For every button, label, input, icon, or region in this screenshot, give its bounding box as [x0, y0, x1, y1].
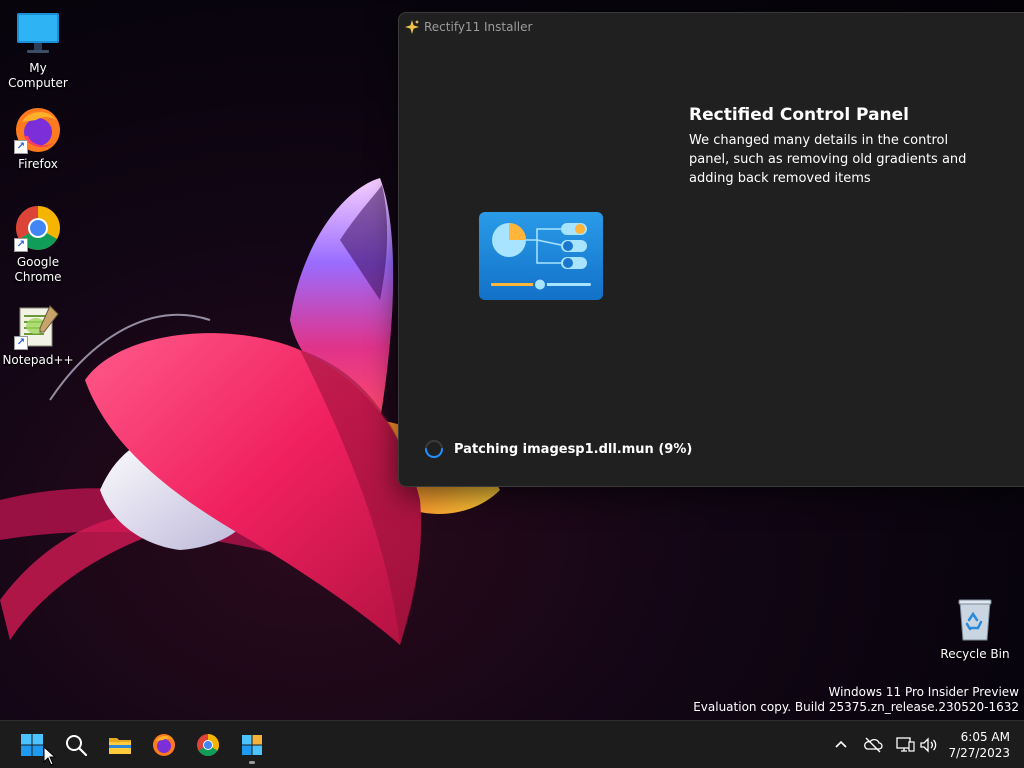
taskbar-clock[interactable]: 6:05 AM 7/27/2023 — [948, 729, 1010, 761]
feature-heading: Rectified Control Panel — [689, 105, 909, 125]
taskbar: 6:05 AM 7/27/2023 — [0, 720, 1024, 768]
windows-logo-icon — [21, 734, 43, 756]
onedrive-offline-icon[interactable] — [862, 734, 884, 756]
watermark-edition: Windows 11 Pro Insider Preview — [828, 685, 1019, 699]
desktop-icon-google-chrome[interactable]: ↗ Google Chrome — [0, 204, 76, 285]
chevron-up-icon[interactable] — [830, 734, 852, 756]
desktop-icon-label: My Computer — [8, 61, 68, 90]
clock-time: 6:05 AM — [960, 730, 1010, 744]
installer-icon — [242, 735, 262, 755]
network-icon[interactable] — [894, 734, 916, 756]
watermark-build: Evaluation copy. Build 25375.zn_release.… — [693, 700, 1019, 714]
mouse-cursor-icon — [43, 746, 57, 766]
desktop-icon-label: Notepad++ — [2, 353, 74, 367]
desktop-icon-notepadpp[interactable]: ↗ Notepad++ — [0, 302, 76, 368]
taskbar-file-explorer[interactable] — [100, 725, 140, 765]
shortcut-arrow-icon: ↗ — [14, 336, 28, 350]
desktop-icon-my-computer[interactable]: My Computer — [0, 10, 76, 91]
running-indicator — [249, 761, 255, 764]
desktop-icon-label: Firefox — [18, 157, 58, 171]
search-button[interactable] — [56, 725, 96, 765]
sparkle-icon — [405, 20, 419, 34]
taskbar-rectify11-installer[interactable] — [232, 725, 272, 765]
loading-spinner-icon — [425, 440, 443, 458]
volume-icon[interactable] — [918, 734, 940, 756]
chrome-icon — [197, 734, 219, 756]
control-panel-icon — [479, 212, 603, 300]
notepadpp-icon: ↗ — [14, 302, 62, 350]
desktop-icon-recycle-bin[interactable]: Recycle Bin — [937, 596, 1013, 662]
computer-icon — [14, 10, 62, 58]
shortcut-arrow-icon: ↗ — [14, 140, 28, 154]
desktop-icon-label: Google Chrome — [14, 255, 62, 284]
firefox-icon — [153, 734, 175, 756]
feature-description: We changed many details in the control p… — [689, 133, 967, 186]
search-icon — [66, 735, 88, 757]
window-title: Rectify11 Installer — [424, 20, 533, 34]
recycle-bin-icon — [951, 596, 999, 644]
desktop-icon-label: Recycle Bin — [940, 647, 1010, 661]
status-text: Patching imagesp1.dll.mun (9%) — [454, 441, 693, 457]
firefox-icon: ↗ — [14, 106, 62, 154]
shortcut-arrow-icon: ↗ — [14, 238, 28, 252]
desktop-icon-firefox[interactable]: ↗ Firefox — [0, 106, 76, 172]
folder-icon — [109, 738, 131, 754]
taskbar-chrome[interactable] — [188, 725, 228, 765]
evaluation-watermark: Windows 11 Pro Insider Preview Evaluatio… — [693, 685, 1019, 715]
installer-titlebar[interactable]: Rectify11 Installer — [399, 13, 1024, 41]
taskbar-firefox[interactable] — [144, 725, 184, 765]
installer-window[interactable]: Rectify11 Installer Rectified Control Pa… — [398, 12, 1024, 487]
progress-status: Patching imagesp1.dll.mun (9%) — [424, 439, 692, 459]
chrome-icon: ↗ — [14, 204, 62, 252]
clock-date: 7/27/2023 — [948, 746, 1010, 760]
